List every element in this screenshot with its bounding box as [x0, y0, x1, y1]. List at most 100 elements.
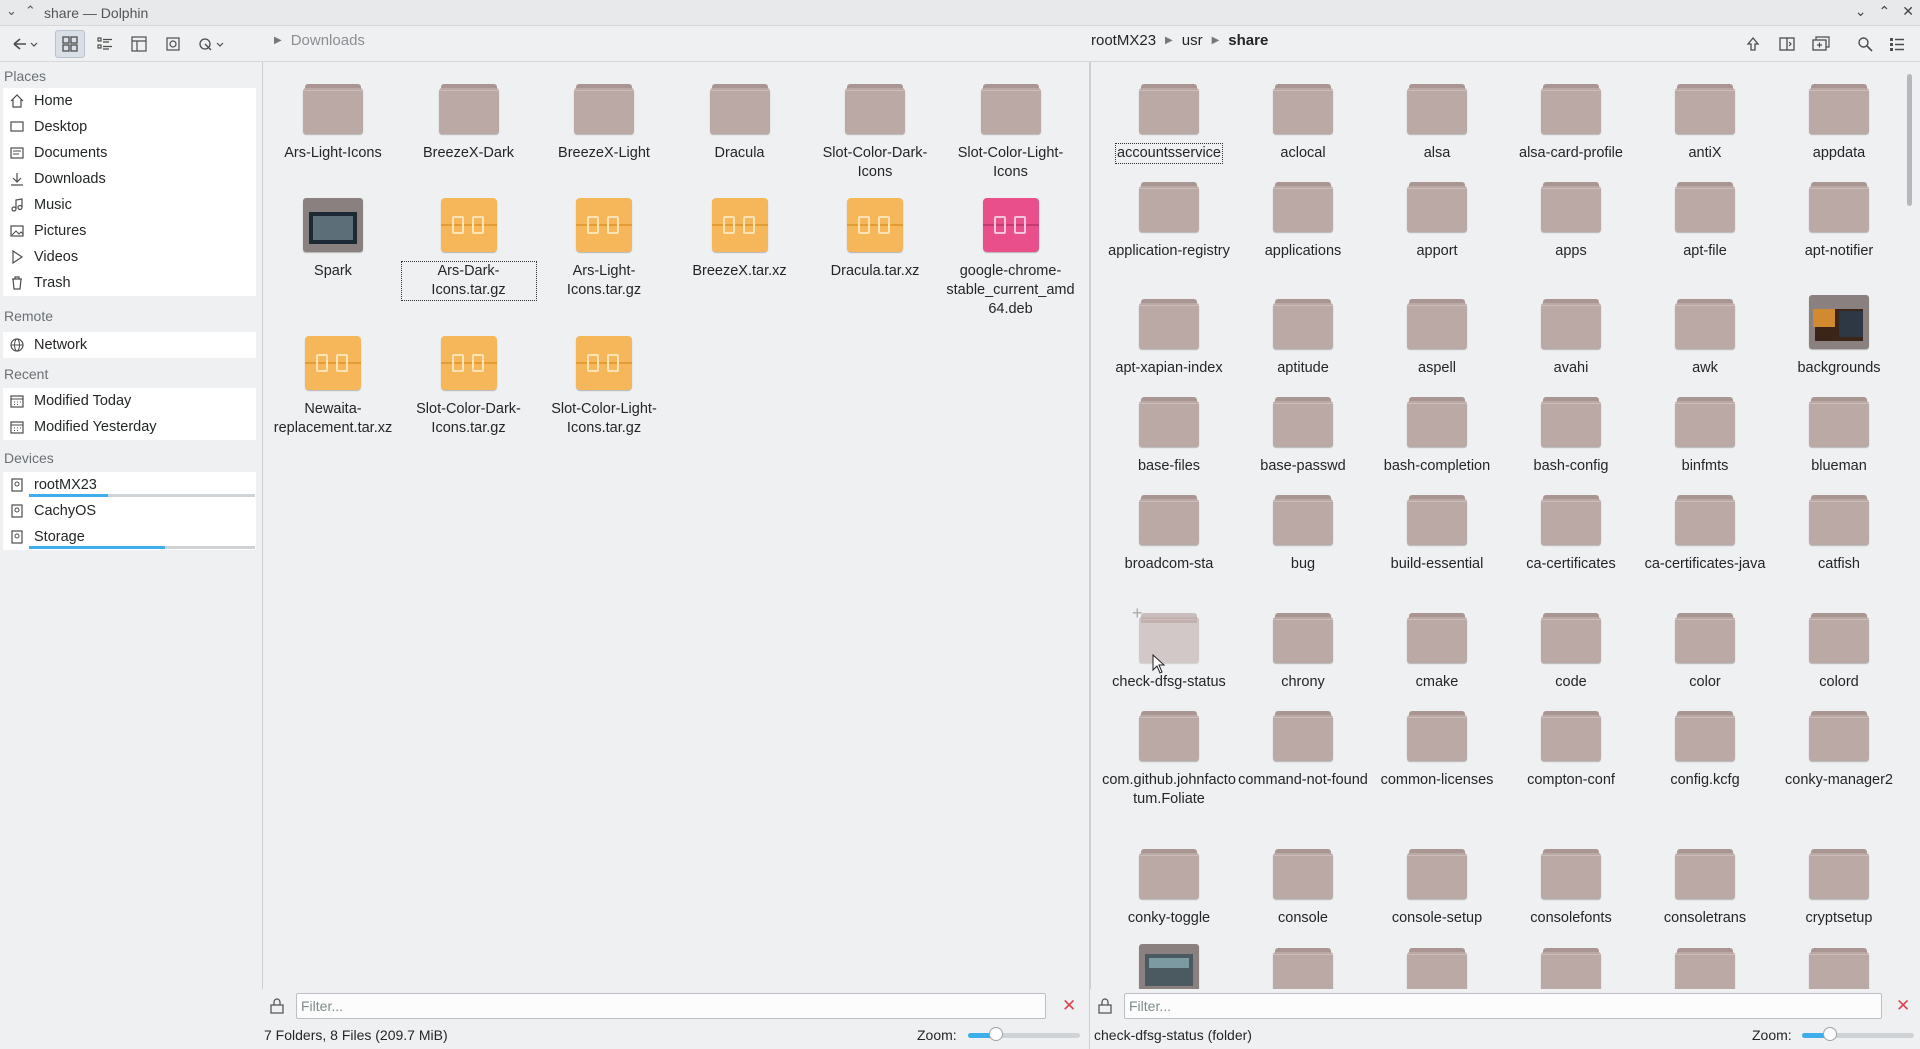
scrollbar-thumb[interactable] [1907, 74, 1912, 206]
lock-icon[interactable] [1098, 998, 1112, 1018]
clear-filter-icon[interactable]: ✕ [1062, 996, 1076, 1016]
folder-item[interactable]: apport [1370, 178, 1504, 261]
folder-item[interactable]: config.kcfg [1638, 707, 1772, 790]
folder-item[interactable]: base-files [1102, 393, 1236, 476]
folder-item[interactable]: backgrounds [1772, 295, 1906, 378]
preview-button[interactable] [158, 30, 188, 58]
details-view-button[interactable] [124, 30, 154, 58]
folder-item[interactable]: ca-certificates [1504, 491, 1638, 574]
clear-filter-icon[interactable]: ✕ [1896, 996, 1910, 1016]
file-item[interactable]: Ars-Dark-Icons.tar.gz [400, 198, 537, 301]
folder-item[interactable]: cmake [1370, 609, 1504, 692]
folder-item[interactable]: appdata [1772, 80, 1906, 163]
folder-item[interactable]: consoletrans [1638, 845, 1772, 928]
file-item[interactable]: Dracula.tar.xz [808, 198, 942, 281]
breadcrumb-usr[interactable]: usr [1182, 32, 1203, 49]
sidebar-item-modified-yesterday[interactable]: Modified Yesterday [3, 414, 256, 440]
folder-item[interactable]: Slot-Color-Dark-Icons [808, 80, 942, 182]
folder-item[interactable]: BreezeX-Light [537, 80, 671, 163]
folder-item[interactable]: Spark [266, 198, 400, 281]
right-file-view[interactable]: accountsservice aclocal alsa alsa-card-prof… [1090, 62, 1920, 998]
folder-item[interactable]: avahi [1504, 295, 1638, 378]
left-filter-input[interactable] [296, 993, 1046, 1019]
folder-item[interactable]: consolefonts [1504, 845, 1638, 928]
folder-item[interactable]: binfmts [1638, 393, 1772, 476]
file-item[interactable]: Newaita-replacement.tar.xz [266, 336, 400, 438]
folder-item[interactable]: blueman [1772, 393, 1906, 476]
go-up-button[interactable] [1740, 30, 1766, 58]
folder-item[interactable]: colord [1772, 609, 1906, 692]
folder-item[interactable]: com.github.johnfactotum.Foliate [1102, 707, 1236, 809]
new-tab-button[interactable] [1808, 30, 1834, 58]
sidebar-item-pictures[interactable]: Pictures [3, 218, 256, 244]
folder-item[interactable]: apt-file [1638, 178, 1772, 261]
folder-item[interactable]: catfish [1772, 491, 1906, 574]
folder-item[interactable]: console [1236, 845, 1370, 928]
sidebar-item-videos[interactable]: Videos [3, 244, 256, 270]
right-scrollbar[interactable] [1904, 74, 1914, 986]
folder-item[interactable]: conky-toggle [1102, 845, 1236, 928]
folder-item[interactable]: build-essential [1370, 491, 1504, 574]
right-zoom-slider[interactable] [1802, 1027, 1914, 1041]
file-item[interactable]: BreezeX.tar.xz [673, 198, 807, 281]
file-item[interactable]: Slot-Color-Light-Icons.tar.gz [537, 336, 671, 438]
keep-above-icon[interactable]: ⌃ [25, 3, 36, 18]
menu-button[interactable] [1884, 30, 1910, 58]
icons-view-button[interactable] [55, 30, 85, 58]
breadcrumb-downloads[interactable]: Downloads [291, 32, 365, 49]
sidebar-item-network[interactable]: Network [3, 332, 256, 358]
folder-item[interactable]: console-setup [1370, 845, 1504, 928]
folder-item[interactable]: cryptsetup [1772, 845, 1906, 928]
lock-icon[interactable] [270, 998, 284, 1018]
file-item[interactable]: Slot-Color-Dark-Icons.tar.gz [402, 336, 536, 438]
back-button[interactable] [8, 30, 42, 58]
search-button[interactable] [1852, 30, 1878, 58]
folder-item[interactable]: Dracula [673, 80, 807, 163]
split-action-button[interactable] [194, 30, 228, 58]
window-menu-icon[interactable]: ⌄ [6, 3, 17, 18]
sidebar-item-home[interactable]: Home [3, 88, 256, 114]
compact-view-button[interactable] [90, 30, 120, 58]
breadcrumb-share[interactable]: share [1228, 32, 1268, 49]
zoom-slider-handle[interactable] [1823, 1027, 1837, 1041]
folder-item[interactable]: apt-xapian-index [1102, 295, 1236, 378]
maximize-button[interactable]: ⌃ [1879, 3, 1891, 19]
folder-item[interactable]: apps [1504, 178, 1638, 261]
folder-item[interactable]: aclocal [1236, 80, 1370, 163]
file-item[interactable]: Ars-Light-Icons.tar.gz [537, 198, 671, 300]
folder-item[interactable]: broadcom-sta [1102, 491, 1236, 574]
folder-item[interactable]: color [1638, 609, 1772, 692]
minimize-button[interactable]: ⌄ [1855, 3, 1867, 19]
folder-item[interactable]: alsa [1370, 80, 1504, 163]
folder-item[interactable]: ca-certificates-java [1638, 491, 1772, 574]
sidebar-item-trash[interactable]: Trash [3, 270, 256, 296]
right-filter-input[interactable] [1124, 993, 1882, 1019]
folder-item[interactable]: BreezeX-Dark [402, 80, 536, 163]
folder-item[interactable]: aspell [1370, 295, 1504, 378]
folder-item[interactable]: aptitude [1236, 295, 1370, 378]
left-file-view[interactable]: Ars-Light-Icons BreezeX-Dark BreezeX-Light… [262, 62, 1084, 989]
sidebar-item-cachyos[interactable]: CachyOS [3, 498, 256, 524]
folder-item[interactable]: awk [1638, 295, 1772, 378]
folder-item[interactable]: alsa-card-profile [1504, 80, 1638, 163]
file-item[interactable]: google-chrome-stable_current_amd64.deb [944, 198, 1078, 319]
folder-item[interactable]: bash-completion [1370, 393, 1504, 476]
folder-item[interactable]: bug [1236, 491, 1370, 574]
folder-item[interactable]: application-registry [1102, 178, 1236, 261]
sidebar-item-modified-today[interactable]: Modified Today [3, 388, 256, 414]
folder-item[interactable]: common-licenses [1370, 707, 1504, 790]
folder-item[interactable]: bash-config [1504, 393, 1638, 476]
folder-item[interactable]: applications [1236, 178, 1370, 261]
folder-item[interactable]: check-dfsg-status [1102, 609, 1236, 692]
split-view-button[interactable] [1774, 30, 1800, 58]
sidebar-item-storage[interactable]: Storage [3, 524, 256, 550]
folder-item[interactable]: apt-notifier [1772, 178, 1906, 261]
sidebar-item-desktop[interactable]: Desktop [3, 114, 256, 140]
breadcrumb-rootmx23[interactable]: rootMX23 [1091, 32, 1156, 49]
folder-item[interactable]: Slot-Color-Light-Icons [944, 80, 1078, 182]
close-button[interactable]: ✕ [1902, 3, 1914, 19]
folder-item[interactable]: code [1504, 609, 1638, 692]
zoom-slider-handle[interactable] [989, 1027, 1003, 1041]
folder-item[interactable]: compton-conf [1504, 707, 1638, 790]
folder-item[interactable]: chrony [1236, 609, 1370, 692]
